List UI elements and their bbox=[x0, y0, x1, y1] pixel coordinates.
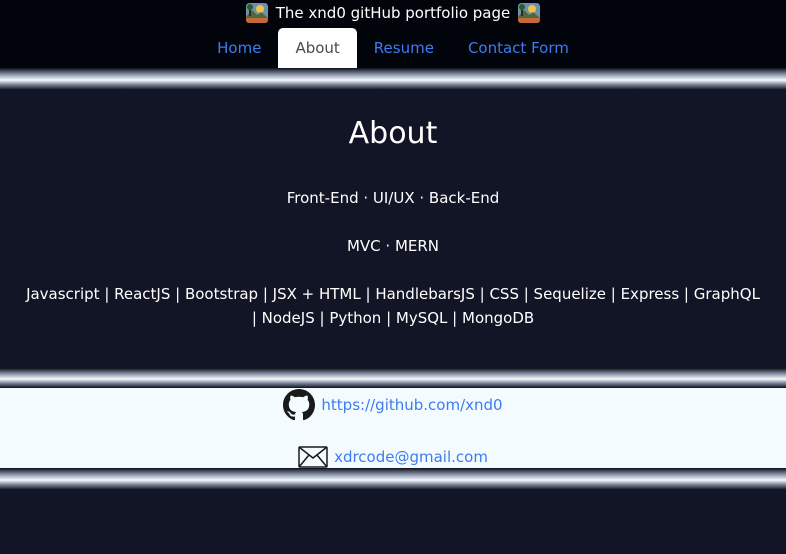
about-roles: Front-End · UI/UX · Back-End bbox=[286, 189, 500, 207]
email-link[interactable]: xdrcode@gmail.com bbox=[334, 448, 488, 466]
envelope-icon[interactable] bbox=[298, 446, 328, 468]
about-heading: About bbox=[348, 116, 438, 151]
landscape-logo-icon bbox=[245, 3, 268, 23]
divider-band bbox=[0, 368, 786, 388]
github-row: https://github.com/xnd0 bbox=[0, 388, 786, 422]
nav-resume[interactable]: Resume bbox=[357, 28, 451, 68]
github-icon[interactable] bbox=[283, 389, 316, 421]
about-skills: Javascript | ReactJS | Bootstrap | JSX +… bbox=[26, 285, 760, 327]
github-link[interactable]: https://github.com/xnd0 bbox=[321, 396, 502, 414]
contact-section: https://github.com/xnd0 xdrcode@gmail.co… bbox=[0, 388, 786, 468]
divider-band bbox=[0, 468, 786, 490]
site-title: The xnd0 gitHub portfolio page bbox=[0, 0, 786, 26]
top-navbar: The xnd0 gitHub portfolio page Home Abou… bbox=[0, 0, 786, 68]
landscape-logo-icon bbox=[518, 3, 541, 23]
divider-band bbox=[0, 68, 786, 90]
nav-contact-form[interactable]: Contact Form bbox=[451, 28, 586, 68]
about-section: About Front-End · UI/UX · Back-End MVC ·… bbox=[0, 90, 786, 368]
nav-about[interactable]: About bbox=[278, 28, 357, 68]
site-title-text: The xnd0 gitHub portfolio page bbox=[275, 4, 511, 22]
nav-home[interactable]: Home bbox=[200, 28, 278, 68]
footer-area bbox=[0, 490, 786, 554]
about-stacks: MVC · MERN bbox=[346, 237, 440, 255]
main-nav: Home About Resume Contact Form bbox=[0, 28, 786, 68]
